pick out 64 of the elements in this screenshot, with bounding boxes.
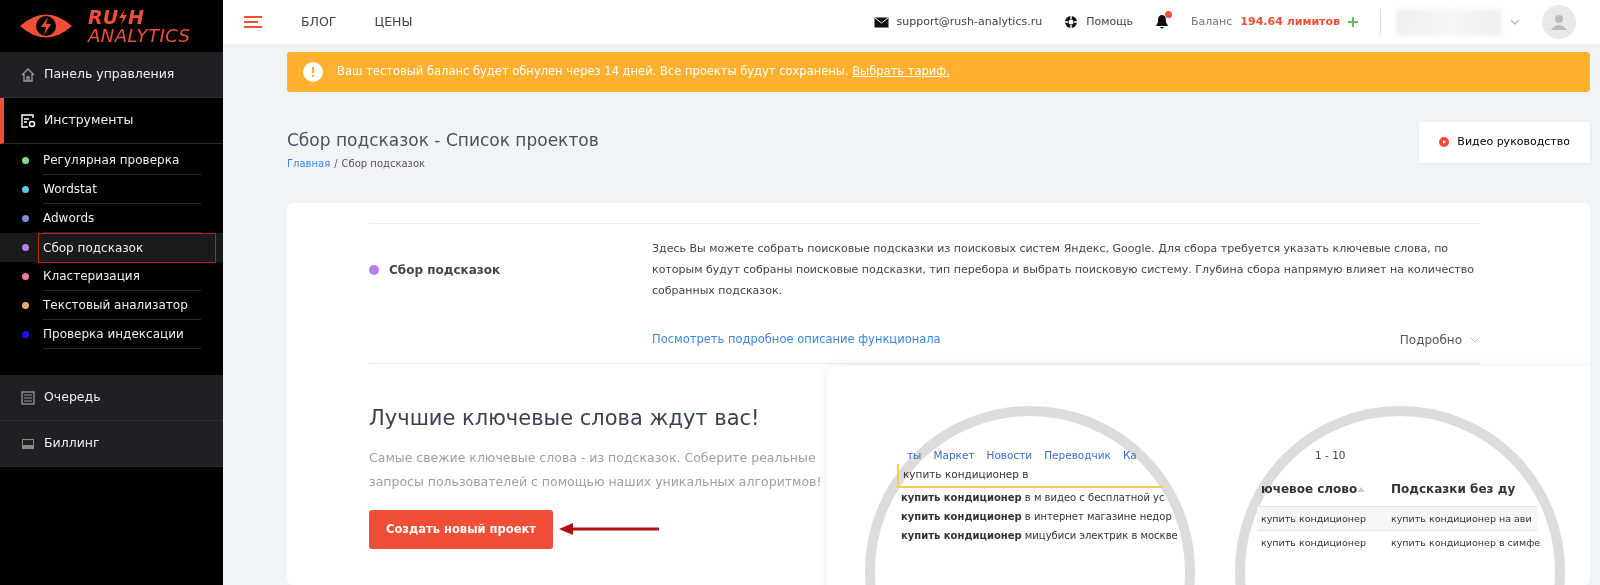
chevron-down-icon	[1510, 19, 1520, 25]
help-link[interactable]: Помощь	[1086, 13, 1134, 31]
plus-icon	[1348, 17, 1358, 27]
sidebar-item[interactable]: Очередь	[0, 375, 223, 421]
table-cell: купить кондиционер	[1257, 530, 1387, 555]
search-suggestion: купить кондиционер в м видео с бесплатной ус	[900, 490, 1166, 505]
house-icon	[20, 66, 36, 83]
results-range: 1 - 10	[1315, 448, 1347, 464]
promo-text: Самые свежие ключевые слова - из подсказок. Соберите реальные запросы пользователей с помощью наших уникальных алгоритмов!	[369, 448, 823, 491]
promo-heading: Лучшие ключевые слова ждут вас!	[369, 406, 761, 432]
description-text: Здесь Вы можете собрать поисковые подсказки из поисковых систем Яндекс, Google. Для сбора требуется указать ключевые слова, по которым будут собраны поисковые подсказки, тип перебора и выбрать поисковую систему. Глубина сбора напрямую влияет на количество собранных подсказок.	[652, 241, 1475, 300]
sidebar-subitem[interactable]: Кластеризация	[43, 262, 201, 291]
search-suggestion: купить кондиционер мицубиси электрик в москве	[900, 528, 1179, 543]
sidebar-subitem[interactable]: Wordstat	[43, 175, 201, 204]
video-guide-button[interactable]: Видео руководство	[1419, 122, 1590, 163]
nav-link[interactable]: ЦЕНЫ	[374, 12, 413, 32]
breadcrumb-separator: /	[334, 158, 338, 170]
table-cell: купить кондиционер	[1257, 506, 1387, 531]
envelope-icon	[873, 16, 889, 28]
sort-icon	[1357, 486, 1366, 492]
menu-icon	[243, 15, 263, 29]
breadcrumb-link[interactable]: Главная	[287, 158, 331, 170]
sidebar-subitem[interactable]: Текстовый анализатор	[43, 291, 201, 320]
description-link[interactable]: Посмотреть подробное описание функционала	[652, 331, 941, 350]
search-tab-label: Новости	[986, 448, 1033, 464]
email-link[interactable]: support@rush-analytics.ru	[896, 13, 1043, 31]
breadcrumb-current: Сбор подсказок	[341, 158, 426, 170]
lightning-icon	[118, 9, 129, 25]
logo-text: H	[128, 7, 144, 27]
document-gear-icon	[20, 112, 36, 129]
list-icon	[20, 389, 36, 406]
sidebar-item[interactable]: Биллинг	[0, 421, 223, 467]
search-tab-label: Ка	[1122, 448, 1137, 464]
exclamation-icon	[303, 62, 323, 82]
page-title: Сбор подсказок - Список проектов	[287, 130, 599, 151]
balance-value: 194.64 лимитов	[1240, 13, 1340, 30]
chevron-down-icon	[1470, 337, 1480, 344]
search-tab-label: Маркет	[933, 448, 975, 464]
balance-label: Баланс	[1191, 13, 1233, 30]
logo-text: ANALYTICS	[88, 26, 191, 45]
search-query: купить кондиционер в	[897, 464, 1163, 488]
bell-button[interactable]	[1155, 14, 1170, 30]
sidebar-item[interactable]: Панель управления	[0, 52, 223, 98]
sidebar-subitem[interactable]: Adwords	[43, 204, 201, 233]
sidebar-subitem[interactable]: Проверка индексации	[43, 320, 201, 349]
column-header: Подсказки без ду	[1390, 481, 1517, 499]
logo-text: RU	[88, 7, 119, 27]
sidebar-subitem[interactable]: Регулярная проверка	[43, 146, 201, 175]
search-tab-label: Переводчик	[1044, 448, 1111, 464]
alert-text: Ваш тестовый баланс будет обнулен через 14 дней. Все проекты будут сохранены. Выбрать тариф.	[337, 63, 950, 81]
column-header: ючевое слово	[1257, 472, 1387, 507]
play-icon	[1439, 137, 1450, 148]
table-cell: купить кондиционер на ави	[1387, 506, 1537, 531]
user-silhouette-icon	[1551, 14, 1567, 30]
arrow-icon	[558, 523, 659, 536]
sidebar-item[interactable]: Инструменты	[0, 98, 223, 144]
nav-link[interactable]: БЛОГ	[301, 12, 337, 32]
create-project-button[interactable]: Создать новый проект	[369, 509, 553, 549]
lifebuoy-icon	[1064, 15, 1079, 29]
search-tab-label: ты	[907, 448, 922, 464]
search-suggestion: купить кондиционер в интернет магазине недор	[900, 509, 1173, 524]
bell-icon	[1155, 14, 1170, 30]
details-toggle[interactable]: Подробно	[1399, 331, 1480, 350]
section-title: Сбор подсказок	[389, 261, 501, 279]
